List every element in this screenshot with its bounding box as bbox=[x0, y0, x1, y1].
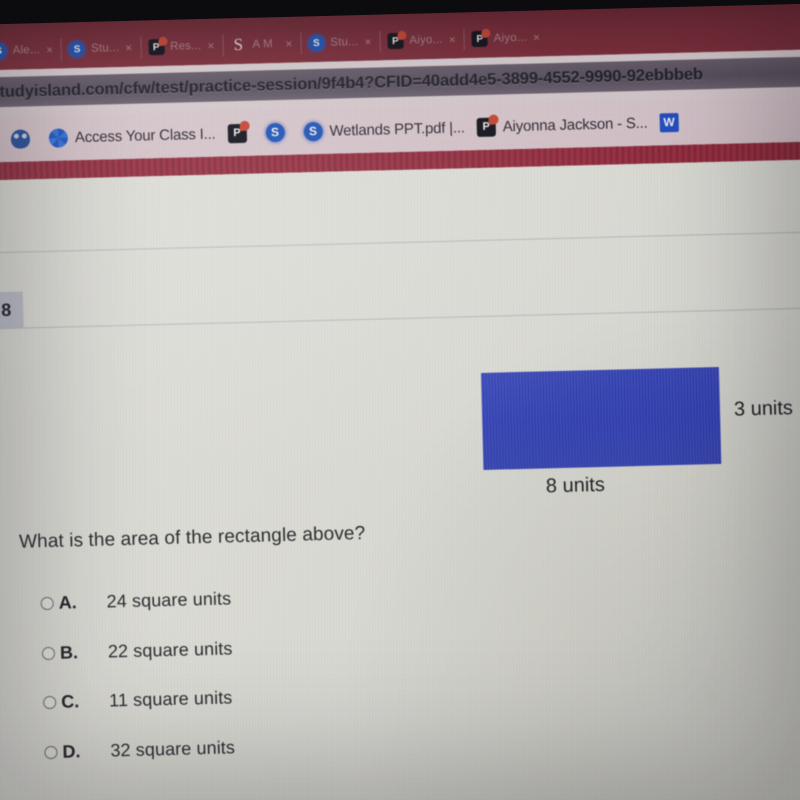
close-icon[interactable]: × bbox=[46, 43, 53, 57]
rectangle-height-label: 3 units bbox=[733, 397, 794, 421]
powerpoint-icon: P bbox=[227, 123, 247, 143]
choice-letter: B. bbox=[59, 642, 79, 663]
bookmark-label: Access Your Class I... bbox=[74, 125, 216, 146]
url-text: 93.studyisland.com/cfw/test/practice-ses… bbox=[0, 64, 704, 102]
powerpoint-icon: P bbox=[476, 117, 496, 137]
browser-tab-6[interactable]: P Aiyo... × bbox=[379, 22, 464, 58]
bookmark-item-5[interactable]: S bbox=[265, 122, 291, 142]
studyisland-icon: S bbox=[303, 121, 323, 141]
radio-button-c[interactable] bbox=[43, 696, 57, 710]
tab-label: Res... bbox=[169, 39, 202, 53]
blue-gear-icon bbox=[48, 127, 69, 148]
tab-label: Stu... bbox=[90, 42, 120, 55]
browser-tab-2[interactable]: S Stu... × bbox=[61, 31, 141, 67]
browser-tab-3[interactable]: P Res... × bbox=[140, 28, 223, 64]
browser-tab-1[interactable]: S Ale... × bbox=[0, 33, 62, 69]
bookmark-item-aiyonna-jackson[interactable]: P Aiyonna Jackson - S... bbox=[476, 113, 648, 137]
choice-letter: D. bbox=[62, 740, 81, 762]
question-number-badge: 8 bbox=[0, 291, 24, 329]
bookmark-item-8[interactable]: W bbox=[659, 112, 685, 132]
choice-text: 32 square units bbox=[110, 737, 236, 761]
powerpoint-icon: P bbox=[387, 32, 404, 50]
tab-label: Stu... bbox=[330, 35, 359, 49]
rectangle-width-label: 8 units bbox=[545, 473, 606, 498]
divider-under-question-number bbox=[0, 307, 800, 330]
tab-label: A M bbox=[252, 38, 273, 51]
blue-rectangle bbox=[480, 366, 722, 470]
close-icon[interactable]: × bbox=[533, 30, 540, 44]
radio-button-b[interactable] bbox=[41, 646, 56, 660]
close-icon[interactable]: × bbox=[125, 41, 132, 55]
studyisland-icon: S bbox=[68, 40, 86, 58]
close-icon[interactable]: × bbox=[449, 33, 456, 47]
bookmark-label: Aiyonna Jackson - S... bbox=[502, 114, 648, 135]
answer-choices: A. 24 square units B. 22 square units C.… bbox=[40, 569, 465, 778]
bookmark-item-4[interactable]: P bbox=[227, 123, 253, 143]
browser-tab-4[interactable]: S A M × bbox=[222, 26, 301, 62]
sway-icon: S bbox=[233, 34, 244, 55]
choice-letter: A. bbox=[58, 592, 77, 613]
choice-letter: C. bbox=[60, 691, 80, 712]
powerpoint-icon: P bbox=[471, 30, 488, 48]
powerpoint-icon: P bbox=[147, 38, 165, 56]
studyisland-icon: S bbox=[0, 42, 7, 60]
answer-choice-d[interactable]: D. 32 square units bbox=[44, 717, 465, 777]
studyisland-icon: S bbox=[265, 122, 285, 142]
computer-screen: S Ale... × S Stu... × P Res... × S A M ×… bbox=[0, 0, 800, 800]
word-icon: W bbox=[659, 112, 679, 132]
radio-button-d[interactable] bbox=[44, 745, 58, 759]
bookmark-label: Wetlands PPT.pdf |... bbox=[329, 118, 465, 140]
radio-button-a[interactable] bbox=[40, 597, 54, 611]
photo-of-screen: S Ale... × S Stu... × P Res... × S A M ×… bbox=[0, 0, 800, 800]
bookmark-item-wetlands-ppt[interactable]: S Wetlands PPT.pdf |... bbox=[303, 118, 465, 141]
owl-icon bbox=[10, 128, 31, 149]
choice-text: 24 square units bbox=[106, 588, 232, 612]
test-question-page: 8 3 units 8 units What is the area of th… bbox=[0, 159, 800, 800]
browser-tab-5[interactable]: S Stu... × bbox=[300, 24, 380, 60]
tab-label: Aiyo... bbox=[409, 33, 443, 47]
bookmark-item-access-your-class[interactable]: Access Your Class I... bbox=[48, 124, 216, 148]
bookmark-item-2[interactable] bbox=[10, 128, 37, 149]
tab-label: Ale... bbox=[12, 44, 41, 57]
choice-text: 11 square units bbox=[108, 687, 233, 711]
close-icon[interactable]: × bbox=[285, 37, 292, 51]
question-prompt: What is the area of the rectangle above? bbox=[18, 522, 366, 553]
rectangle-figure: 3 units 8 units bbox=[480, 365, 793, 497]
close-icon[interactable]: × bbox=[207, 39, 214, 53]
studyisland-icon: S bbox=[308, 34, 325, 52]
divider-top bbox=[0, 231, 800, 254]
browser-tab-7[interactable]: P Aiyo... × bbox=[463, 20, 548, 56]
close-icon[interactable]: × bbox=[364, 35, 371, 49]
choice-text: 22 square units bbox=[107, 638, 233, 662]
tab-label: Aiyo... bbox=[493, 31, 528, 45]
